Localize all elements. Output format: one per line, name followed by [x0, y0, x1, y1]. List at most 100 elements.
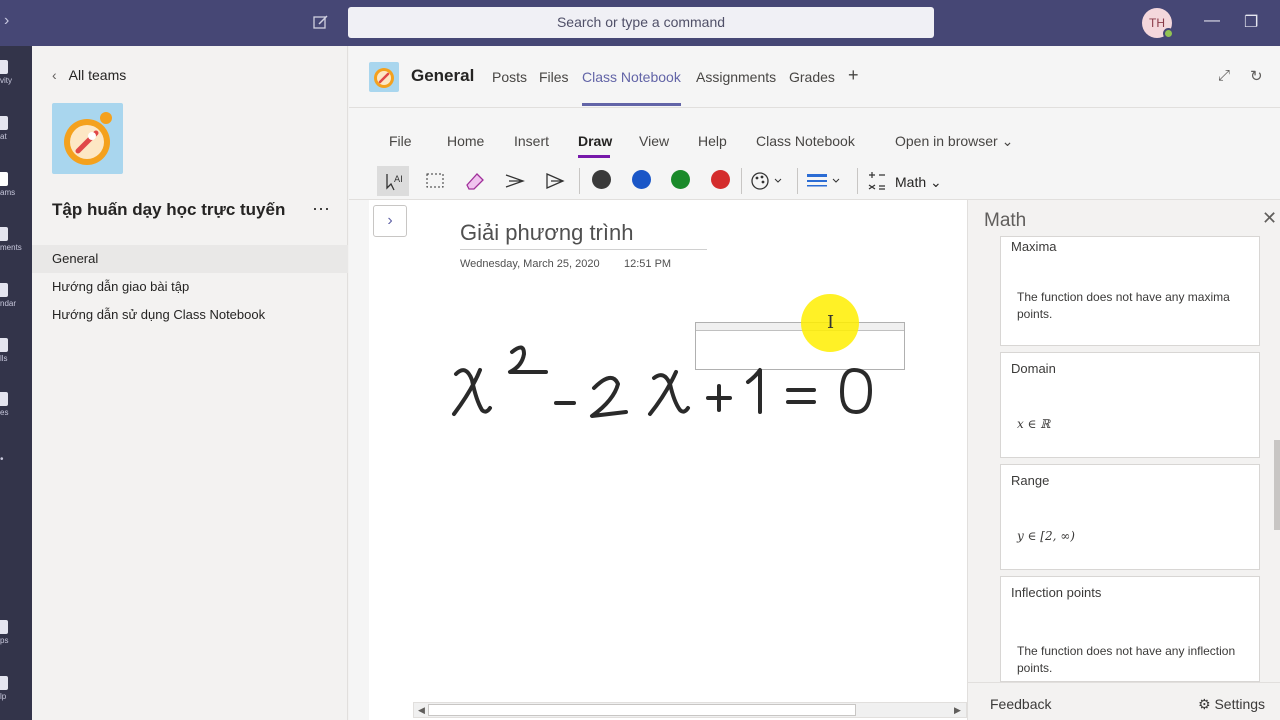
result-card-maxima: Maxima The function does not have any ma…: [1000, 236, 1260, 346]
app-rail: vity at ams ments ndar lls es • ps lp: [0, 46, 32, 720]
lasso-select-icon[interactable]: AI: [377, 166, 409, 196]
channel-icon: [369, 62, 399, 92]
channel-title: General: [411, 66, 475, 85]
bell-icon: [0, 60, 8, 74]
card-title: Domain: [1011, 361, 1056, 376]
close-icon[interactable]: ✕: [1262, 208, 1277, 229]
toolbar-divider: [857, 168, 858, 194]
notebook-page[interactable]: › Giải phương trình Wednesday, March 25,…: [349, 200, 967, 720]
tab-grades[interactable]: Grades: [789, 69, 835, 85]
calendar-icon: [0, 283, 8, 297]
toolbar-divider: [797, 168, 798, 194]
chevron-left-icon: ‹: [52, 67, 57, 83]
ribbon-tab-view[interactable]: View: [639, 133, 669, 149]
add-tab-button[interactable]: +: [848, 65, 859, 86]
maximize-icon[interactable]: ❐: [1244, 12, 1258, 32]
ink-to-shape-icon[interactable]: [501, 166, 529, 196]
channel-item-assignments-guide[interactable]: Hướng dẫn giao bài tập: [32, 273, 348, 301]
stopwatch-icon: [374, 68, 394, 88]
card-title: Range: [1011, 473, 1050, 488]
settings-button[interactable]: ⚙ Settings: [1198, 696, 1265, 713]
pen-green-icon[interactable]: [671, 170, 690, 189]
gear-icon: ⚙: [1198, 696, 1211, 712]
chat-icon: [0, 116, 8, 130]
rail-item-teams[interactable]: ams: [0, 172, 32, 197]
expand-navigation-button[interactable]: ›: [373, 205, 407, 237]
onenote-ribbon: File Home Insert Draw View Help Class No…: [349, 108, 1280, 200]
rail-item-help[interactable]: lp: [0, 676, 32, 701]
help-icon: [0, 676, 8, 690]
avatar-initials: TH: [1149, 16, 1165, 30]
ribbon-tab-class-notebook[interactable]: Class Notebook: [756, 133, 855, 149]
channel-item-general[interactable]: General: [32, 245, 348, 273]
main-content: General Posts Files Class Notebook Assig…: [349, 46, 1280, 720]
feedback-link[interactable]: Feedback: [990, 696, 1051, 712]
tab-files[interactable]: Files: [539, 69, 569, 85]
rail-item-calls[interactable]: lls: [0, 338, 32, 363]
tab-class-notebook[interactable]: Class Notebook: [582, 69, 681, 85]
rail-item-activity[interactable]: vity: [0, 60, 32, 85]
reload-icon[interactable]: ↻: [1250, 67, 1263, 85]
card-body: The function does not have any maxima po…: [1017, 290, 1230, 321]
pen-blue-icon[interactable]: [632, 170, 651, 189]
search-input[interactable]: Search or type a command: [348, 7, 934, 38]
open-in-browser-button[interactable]: Open in browser ⌄: [895, 133, 1013, 150]
expand-icon[interactable]: ⤢: [1218, 67, 1230, 84]
channel-item-notebook-guide[interactable]: Hướng dẫn sử dụng Class Notebook: [32, 301, 348, 329]
pen-black-icon[interactable]: [592, 170, 611, 189]
calls-icon: [0, 338, 8, 352]
presence-available-icon: [1163, 28, 1174, 39]
rail-item-calendar[interactable]: ndar: [0, 283, 32, 308]
marquee-select-icon[interactable]: [421, 166, 449, 196]
chevron-down-icon: ⌄: [1001, 133, 1014, 149]
team-name: Tập huấn dạy học trực tuyến: [52, 200, 286, 219]
page-title[interactable]: Giải phương trình: [460, 220, 707, 250]
all-teams-link[interactable]: ‹ All teams: [52, 67, 126, 83]
chevron-right-icon[interactable]: ›: [4, 12, 9, 30]
title-bar: › Search or type a command TH — ❐: [0, 0, 1280, 46]
more-icon: •: [0, 454, 4, 465]
rail-item-chat[interactable]: at: [0, 116, 32, 141]
avatar[interactable]: TH: [1142, 8, 1174, 39]
ribbon-tab-help[interactable]: Help: [698, 133, 727, 149]
note-container-handle[interactable]: [696, 323, 904, 331]
active-ribbon-tab-indicator: [578, 155, 610, 158]
text-cursor-icon: I: [827, 312, 835, 333]
minimize-icon[interactable]: —: [1204, 12, 1220, 30]
color-palette-icon[interactable]: [747, 166, 787, 196]
apps-icon: [0, 620, 8, 634]
math-pane-title: Math: [984, 210, 1027, 231]
rail-item-assignments[interactable]: ments: [0, 227, 32, 252]
rail-item-apps[interactable]: ps: [0, 620, 32, 645]
handwritten-equation[interactable]: [444, 340, 894, 430]
math-pane-footer: Feedback ⚙ Settings: [968, 682, 1280, 720]
ribbon-tab-insert[interactable]: Insert: [514, 133, 549, 149]
toolbar-divider: [741, 168, 742, 194]
card-body: The function does not have any inflectio…: [1017, 644, 1236, 675]
math-icon[interactable]: [863, 166, 891, 196]
page-gutter: [349, 200, 369, 720]
horizontal-scrollbar[interactable]: ◀ ▶: [413, 702, 967, 718]
compose-icon[interactable]: [312, 13, 330, 31]
scroll-right-icon[interactable]: ▶: [954, 703, 961, 717]
tab-posts[interactable]: Posts: [492, 69, 527, 85]
ribbon-tab-home[interactable]: Home: [447, 133, 484, 149]
assignments-icon: [0, 227, 8, 241]
rail-item-files[interactable]: es: [0, 392, 32, 417]
ink-replay-icon[interactable]: [541, 166, 569, 196]
eraser-icon[interactable]: [461, 166, 489, 196]
pen-red-icon[interactable]: [711, 170, 730, 189]
scrollbar-thumb[interactable]: [428, 704, 856, 716]
line-thickness-icon[interactable]: [803, 166, 845, 196]
rail-item-more[interactable]: •: [0, 454, 32, 465]
math-button[interactable]: Math ⌄: [895, 174, 942, 191]
more-options-icon[interactable]: ···: [312, 198, 330, 219]
tab-assignments[interactable]: Assignments: [696, 69, 776, 85]
result-card-domain: Domain x ∈ ℝ: [1000, 352, 1260, 458]
scroll-left-icon[interactable]: ◀: [418, 703, 425, 717]
ribbon-tab-draw[interactable]: Draw: [578, 133, 612, 149]
result-card-inflection: Inflection points The function does not …: [1000, 576, 1260, 682]
vertical-scrollbar[interactable]: [1274, 440, 1280, 530]
ribbon-tab-file[interactable]: File: [389, 133, 412, 149]
card-title: Inflection points: [1011, 585, 1102, 600]
